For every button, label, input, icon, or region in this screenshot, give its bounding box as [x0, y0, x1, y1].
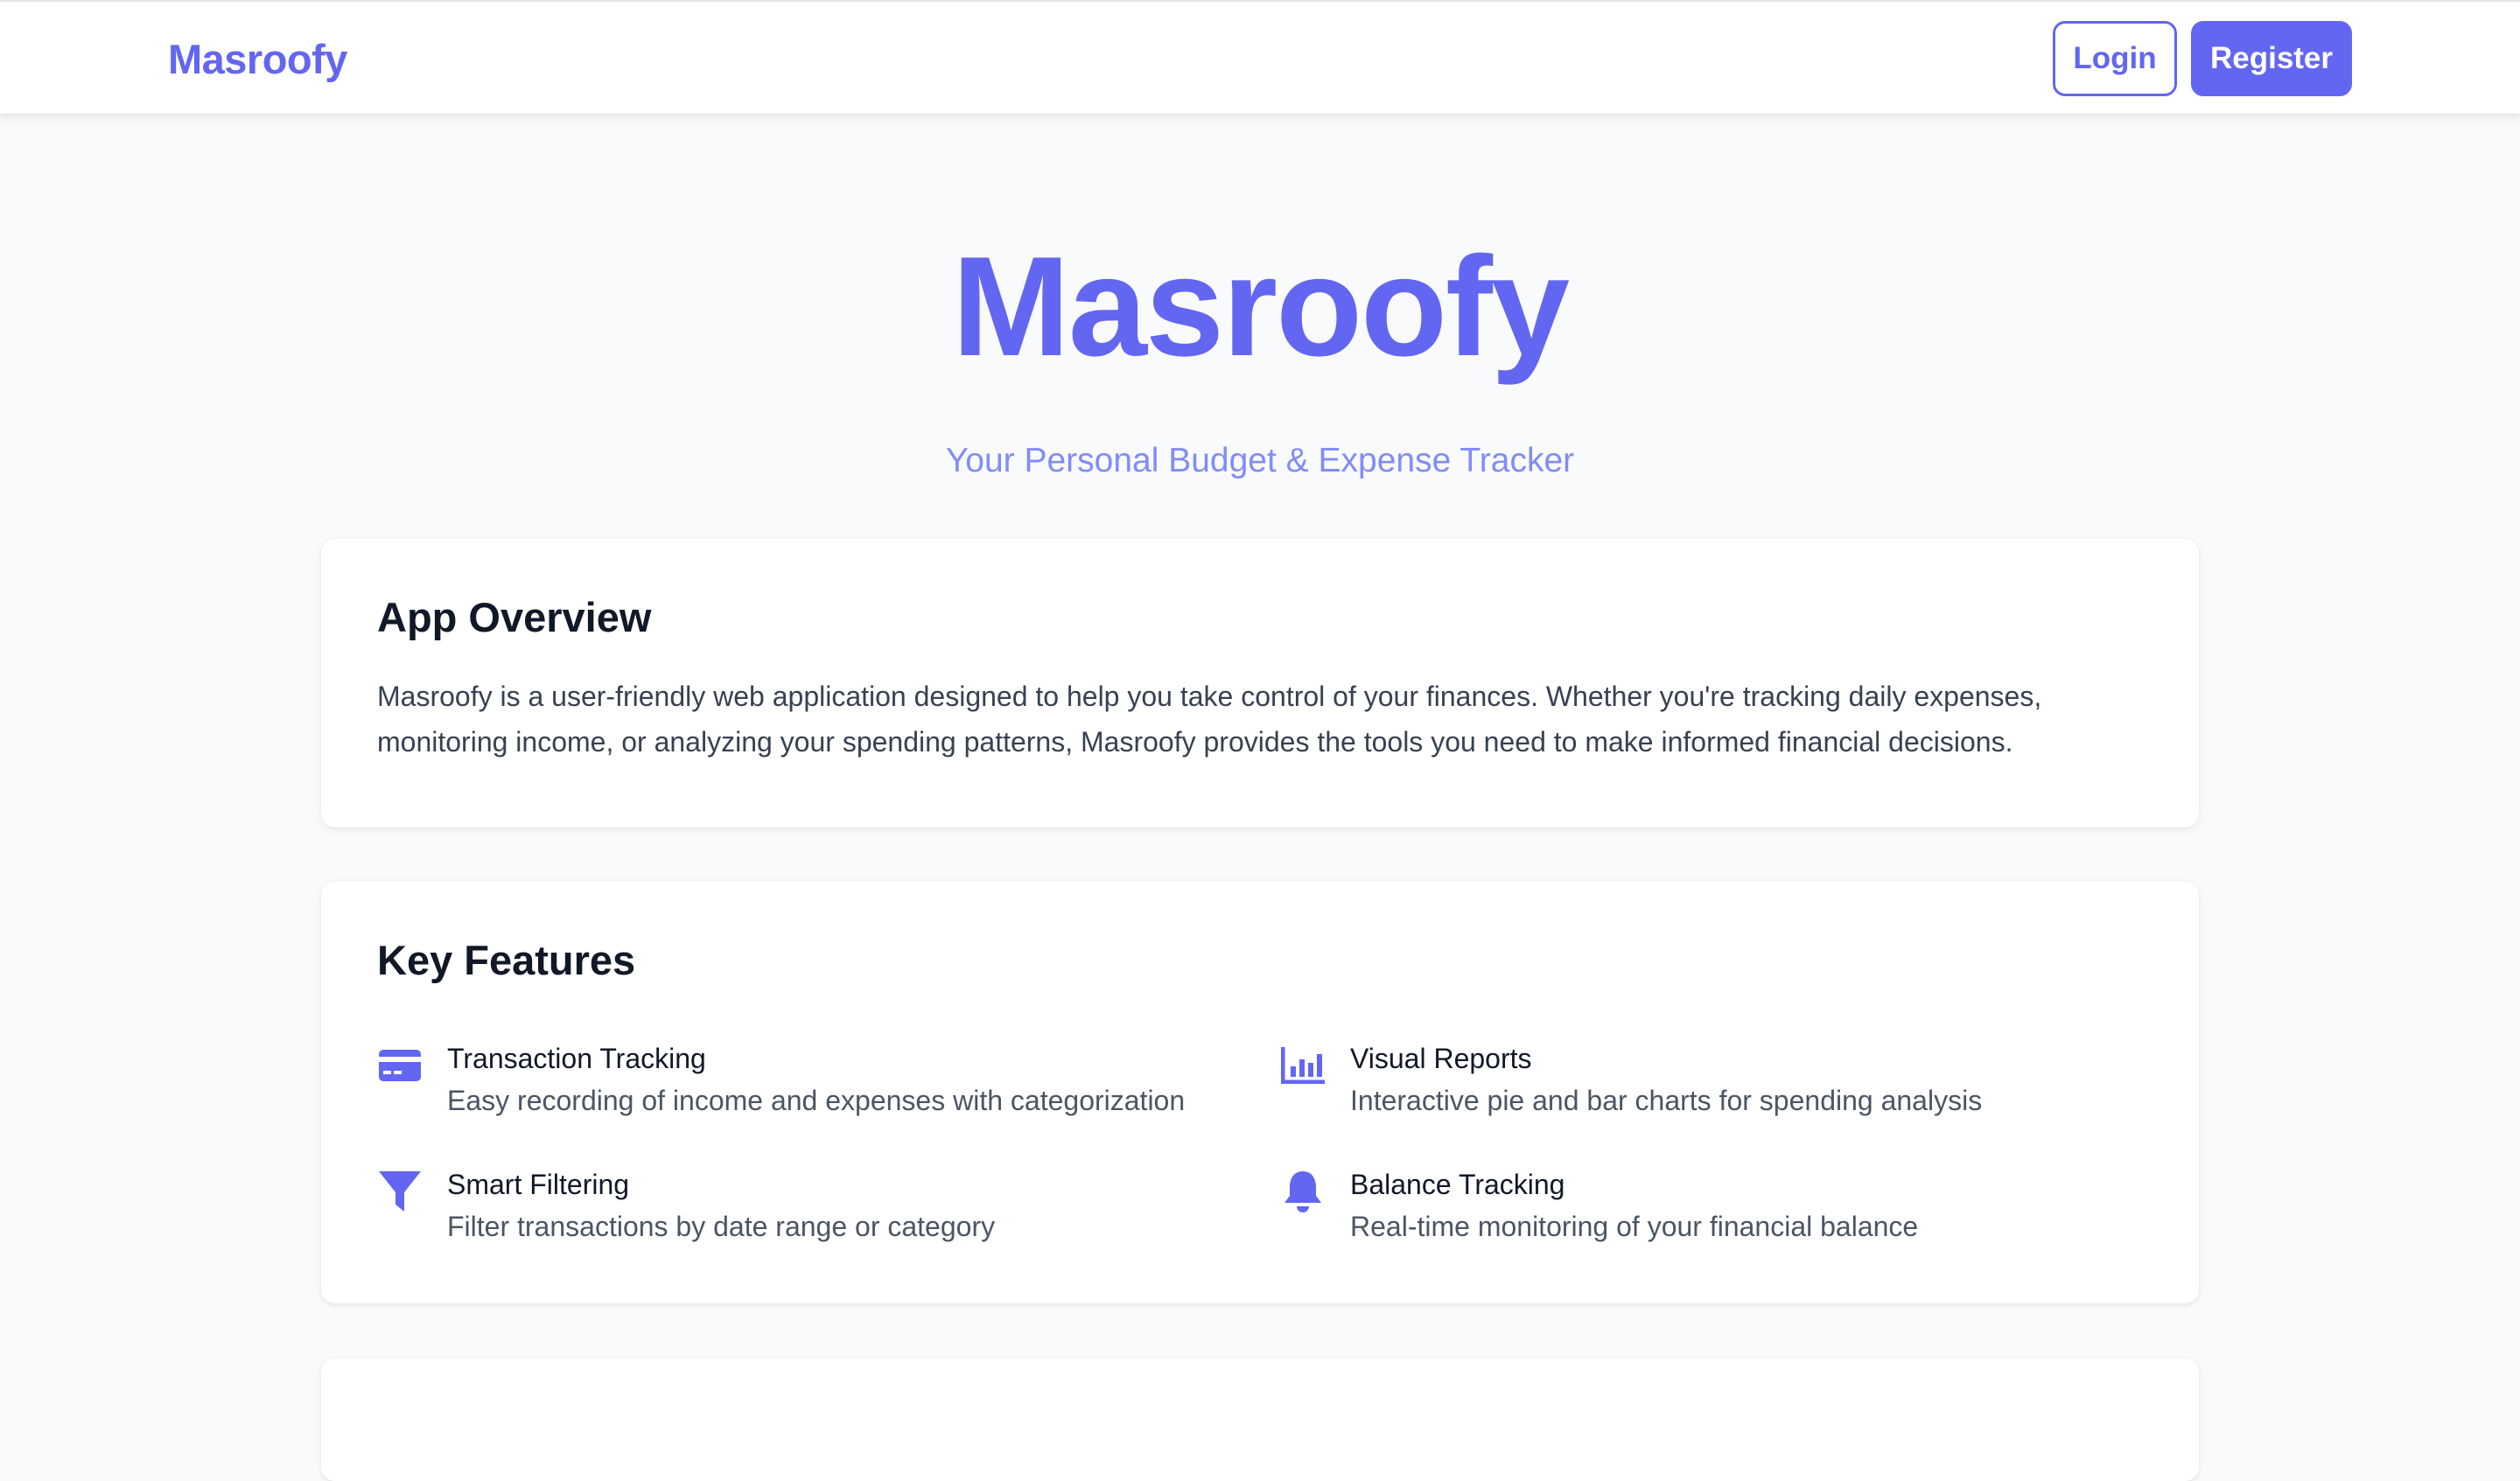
- feature-title: Balance Tracking: [1350, 1169, 1565, 1200]
- brand-logo[interactable]: Masroofy: [168, 33, 347, 86]
- key-features-title: Key Features: [377, 937, 636, 983]
- next-section-card: [321, 1359, 2199, 1481]
- feature-title: Smart Filtering: [447, 1169, 630, 1200]
- login-button[interactable]: Login: [2053, 21, 2177, 96]
- bar-chart-icon: [1280, 1043, 1326, 1088]
- feature-item-balance-tracking: Balance Tracking Real-time monitoring of…: [1280, 1165, 2155, 1261]
- app-overview-title: App Overview: [377, 594, 652, 640]
- feature-description: Interactive pie and bar charts for spend…: [1350, 1085, 1983, 1116]
- feature-description: Easy recording of income and expenses wi…: [447, 1085, 1186, 1116]
- key-features-card: Key Features Transaction Tracking Easy r…: [321, 882, 2199, 1303]
- top-navbar: Masroofy Login Register: [0, 0, 2520, 114]
- feature-item-visual-reports: Visual Reports Interactive pie and bar c…: [1280, 1039, 2155, 1135]
- hero-subtitle: Your Personal Budget & Expense Tracker: [945, 442, 1575, 479]
- feature-item-smart-filtering: Smart Filtering Filter transactions by d…: [377, 1165, 1252, 1261]
- feature-title: Transaction Tracking: [447, 1043, 706, 1074]
- nav-actions: Login Register: [2053, 21, 2352, 96]
- feature-item-transaction-tracking: Transaction Tracking Easy recording of i…: [377, 1039, 1252, 1135]
- register-button[interactable]: Register: [2191, 21, 2352, 96]
- app-overview-text: Masroofy is a user-friendly web applicat…: [377, 681, 2042, 758]
- bell-icon: [1280, 1169, 1326, 1214]
- feature-description: Filter transactions by date range or cat…: [447, 1211, 996, 1242]
- filter-icon: [377, 1169, 423, 1214]
- feature-description: Real-time monitoring of your financial b…: [1350, 1211, 1919, 1242]
- hero-title: Masroofy: [951, 227, 1570, 386]
- feature-title: Visual Reports: [1350, 1043, 1532, 1074]
- credit-card-icon: [377, 1043, 423, 1088]
- app-overview-card: App Overview Masroofy is a user-friendly…: [321, 539, 2199, 828]
